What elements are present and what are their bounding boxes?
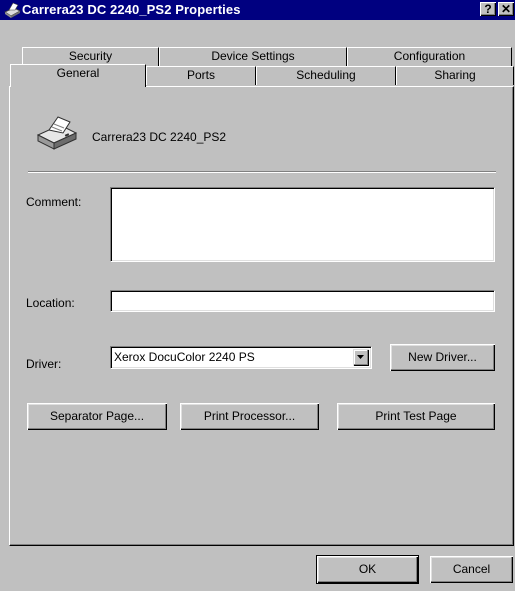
ok-button[interactable]: OK <box>316 555 419 584</box>
printer-name: Carrera23 DC 2240_PS2 <box>92 130 227 144</box>
close-button[interactable]: ✕ <box>498 2 514 16</box>
printer-icon <box>4 2 21 18</box>
print-test-page-button[interactable]: Print Test Page <box>337 403 495 430</box>
chevron-down-icon <box>357 355 364 359</box>
driver-value: Xerox DocuColor 2240 PS <box>114 350 255 364</box>
separator <box>28 171 496 173</box>
comment-label: Comment: <box>26 195 81 209</box>
properties-dialog: Carrera23 DC 2240_PS2 Properties ? ✕ Sec… <box>0 0 515 591</box>
print-processor-button[interactable]: Print Processor... <box>180 403 319 430</box>
printer-icon <box>36 116 78 150</box>
tab-scheduling[interactable]: Scheduling <box>256 66 396 85</box>
comment-label-text: Comment: <box>26 195 82 209</box>
new-driver-button[interactable]: New Driver... <box>390 344 495 371</box>
help-button[interactable]: ? <box>480 2 496 16</box>
dropdown-arrow-button[interactable] <box>353 349 369 366</box>
window-title: Carrera23 DC 2240_PS2 Properties <box>22 2 241 17</box>
driver-label: Driver: <box>26 357 62 371</box>
separator-page-button[interactable]: Separator Page... <box>27 403 167 430</box>
location-label: Location: <box>26 296 75 310</box>
tab-general[interactable]: General <box>10 64 146 87</box>
tab-configuration[interactable]: Configuration <box>347 47 512 66</box>
tab-sharing[interactable]: Sharing <box>396 66 514 85</box>
location-field[interactable] <box>110 290 495 312</box>
tab-ports[interactable]: Ports <box>146 66 256 85</box>
comment-field[interactable] <box>110 187 495 262</box>
title-bar[interactable]: Carrera23 DC 2240_PS2 Properties ? ✕ <box>0 0 515 20</box>
tab-device-settings[interactable]: Device Settings <box>159 47 347 66</box>
cancel-button[interactable]: Cancel <box>430 556 513 583</box>
driver-select[interactable]: Xerox DocuColor 2240 PS <box>110 346 372 369</box>
general-tab-panel: Carrera23 DC 2240_PS2 Comment: Location:… <box>9 86 514 546</box>
